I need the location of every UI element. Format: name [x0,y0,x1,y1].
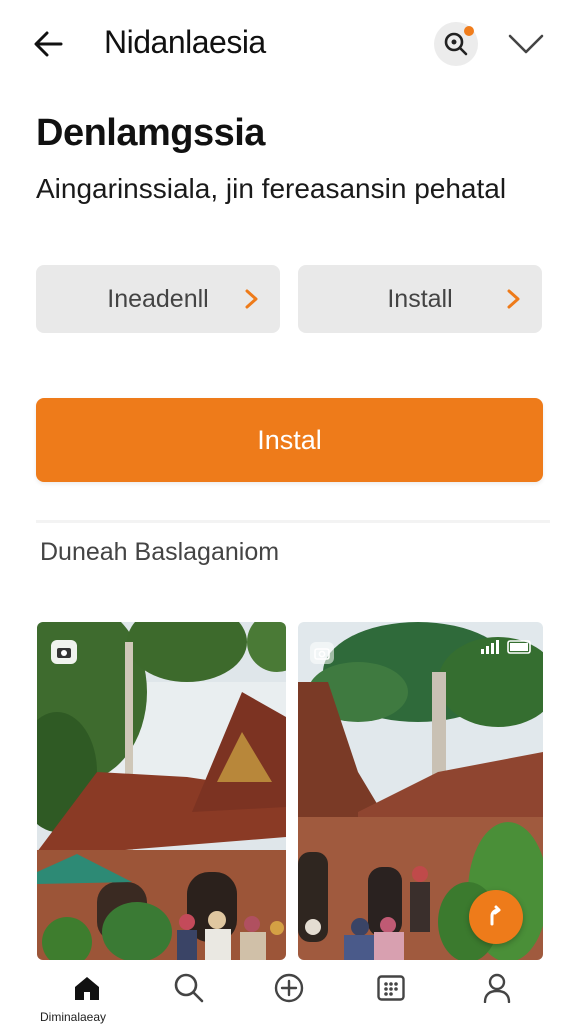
add-circle-icon [274,973,304,1003]
nav-home[interactable] [62,968,112,1008]
gallery-image-2[interactable] [298,622,543,960]
profile-icon [483,973,511,1003]
section-label: Duneah Baslaganiom [40,538,280,566]
nav-search[interactable] [164,968,214,1008]
nav-profile[interactable] [472,968,522,1008]
install-button-label: Instal [257,424,322,455]
secondary-button-right-label: Install [387,284,453,313]
signal-icon [481,640,499,654]
traditional-building-photo [37,622,286,960]
battery-icon [507,640,531,654]
dropdown-button[interactable] [504,24,548,64]
grid-icon [377,975,405,1001]
nav-add[interactable] [264,968,314,1008]
edit-icon [490,905,501,926]
page-subtitle: Aingarinssiala, jin fereasansin pehatal [36,173,507,204]
camera-icon [314,648,330,660]
camera-badge [310,642,334,664]
secondary-button-left[interactable]: Ineadenll [36,265,280,333]
gallery-image-1[interactable] [37,622,286,960]
search-button[interactable] [434,22,478,66]
search-icon [174,973,204,1003]
nav-grid[interactable] [366,968,416,1008]
chevron-down-icon [508,34,544,54]
chevron-right-icon [245,289,258,309]
camera-badge [51,640,77,664]
status-indicators [481,638,533,656]
top-app-bar: Nidanlaesia [0,0,576,90]
install-button[interactable]: Instal [36,398,543,482]
section-divider [36,520,550,523]
nav-home-label: Diminalaeay [40,1010,107,1024]
home-icon [75,977,99,1000]
secondary-button-left-label: Ineadenll [107,284,209,313]
camera-icon [57,648,71,658]
app-title: Nidanlaesia [104,24,266,60]
back-button[interactable] [28,22,68,66]
edit-fab-button[interactable] [469,890,523,944]
page-heading: Denlamgssia [36,112,265,154]
chevron-right-icon [507,289,520,309]
secondary-button-right[interactable]: Install [298,265,542,333]
notification-dot [464,26,474,36]
arrow-left-icon [34,31,63,57]
